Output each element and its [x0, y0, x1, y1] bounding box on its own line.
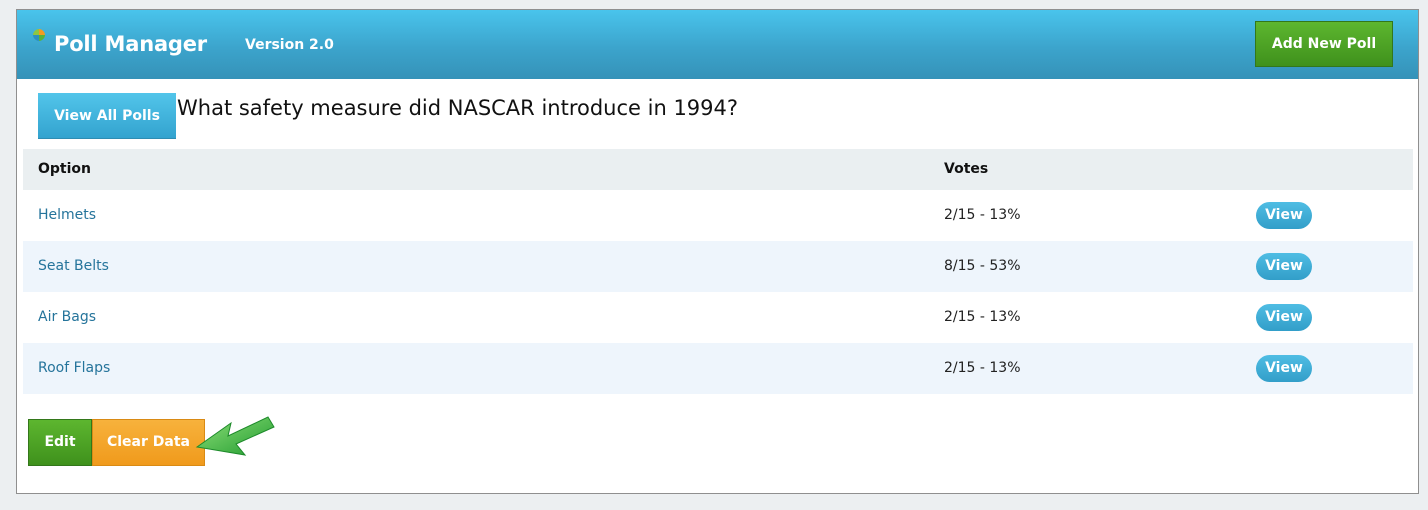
column-header-votes: Votes	[944, 161, 989, 177]
view-button[interactable]: View	[1256, 253, 1312, 280]
app-title: Poll Manager	[54, 32, 207, 56]
vote-count: 2/15 - 13%	[944, 360, 1021, 376]
poll-question: What safety measure did NASCAR introduce…	[177, 96, 739, 120]
option-link[interactable]: Air Bags	[38, 292, 96, 343]
option-link[interactable]: Seat Belts	[38, 241, 109, 292]
table-row: Air Bags 2/15 - 13% View	[23, 292, 1413, 343]
table-header-row: Option Votes	[23, 149, 1413, 190]
table-row: Seat Belts 8/15 - 53% View	[23, 241, 1413, 292]
view-all-polls-button[interactable]: View All Polls	[38, 93, 176, 139]
poll-manager-panel: Poll Manager Version 2.0 Add New Poll Vi…	[16, 9, 1419, 494]
poll-results-table: Option Votes Helmets 2/15 - 13% View Sea…	[23, 149, 1413, 394]
add-new-poll-button[interactable]: Add New Poll	[1255, 21, 1393, 67]
app-header: Poll Manager Version 2.0 Add New Poll	[17, 10, 1418, 79]
view-button[interactable]: View	[1256, 304, 1312, 331]
column-header-option: Option	[38, 161, 91, 177]
version-label: Version 2.0	[245, 37, 334, 53]
leaf-logo-icon	[33, 29, 45, 41]
table-row: Helmets 2/15 - 13% View	[23, 190, 1413, 241]
vote-count: 8/15 - 53%	[944, 258, 1021, 274]
green-arrow-icon	[195, 416, 275, 456]
table-row: Roof Flaps 2/15 - 13% View	[23, 343, 1413, 394]
vote-count: 2/15 - 13%	[944, 309, 1021, 325]
option-link[interactable]: Helmets	[38, 190, 96, 241]
clear-data-button[interactable]: Clear Data	[92, 419, 205, 466]
view-button[interactable]: View	[1256, 355, 1312, 382]
vote-count: 2/15 - 13%	[944, 207, 1021, 223]
view-button[interactable]: View	[1256, 202, 1312, 229]
option-link[interactable]: Roof Flaps	[38, 343, 110, 394]
edit-button[interactable]: Edit	[28, 419, 92, 466]
